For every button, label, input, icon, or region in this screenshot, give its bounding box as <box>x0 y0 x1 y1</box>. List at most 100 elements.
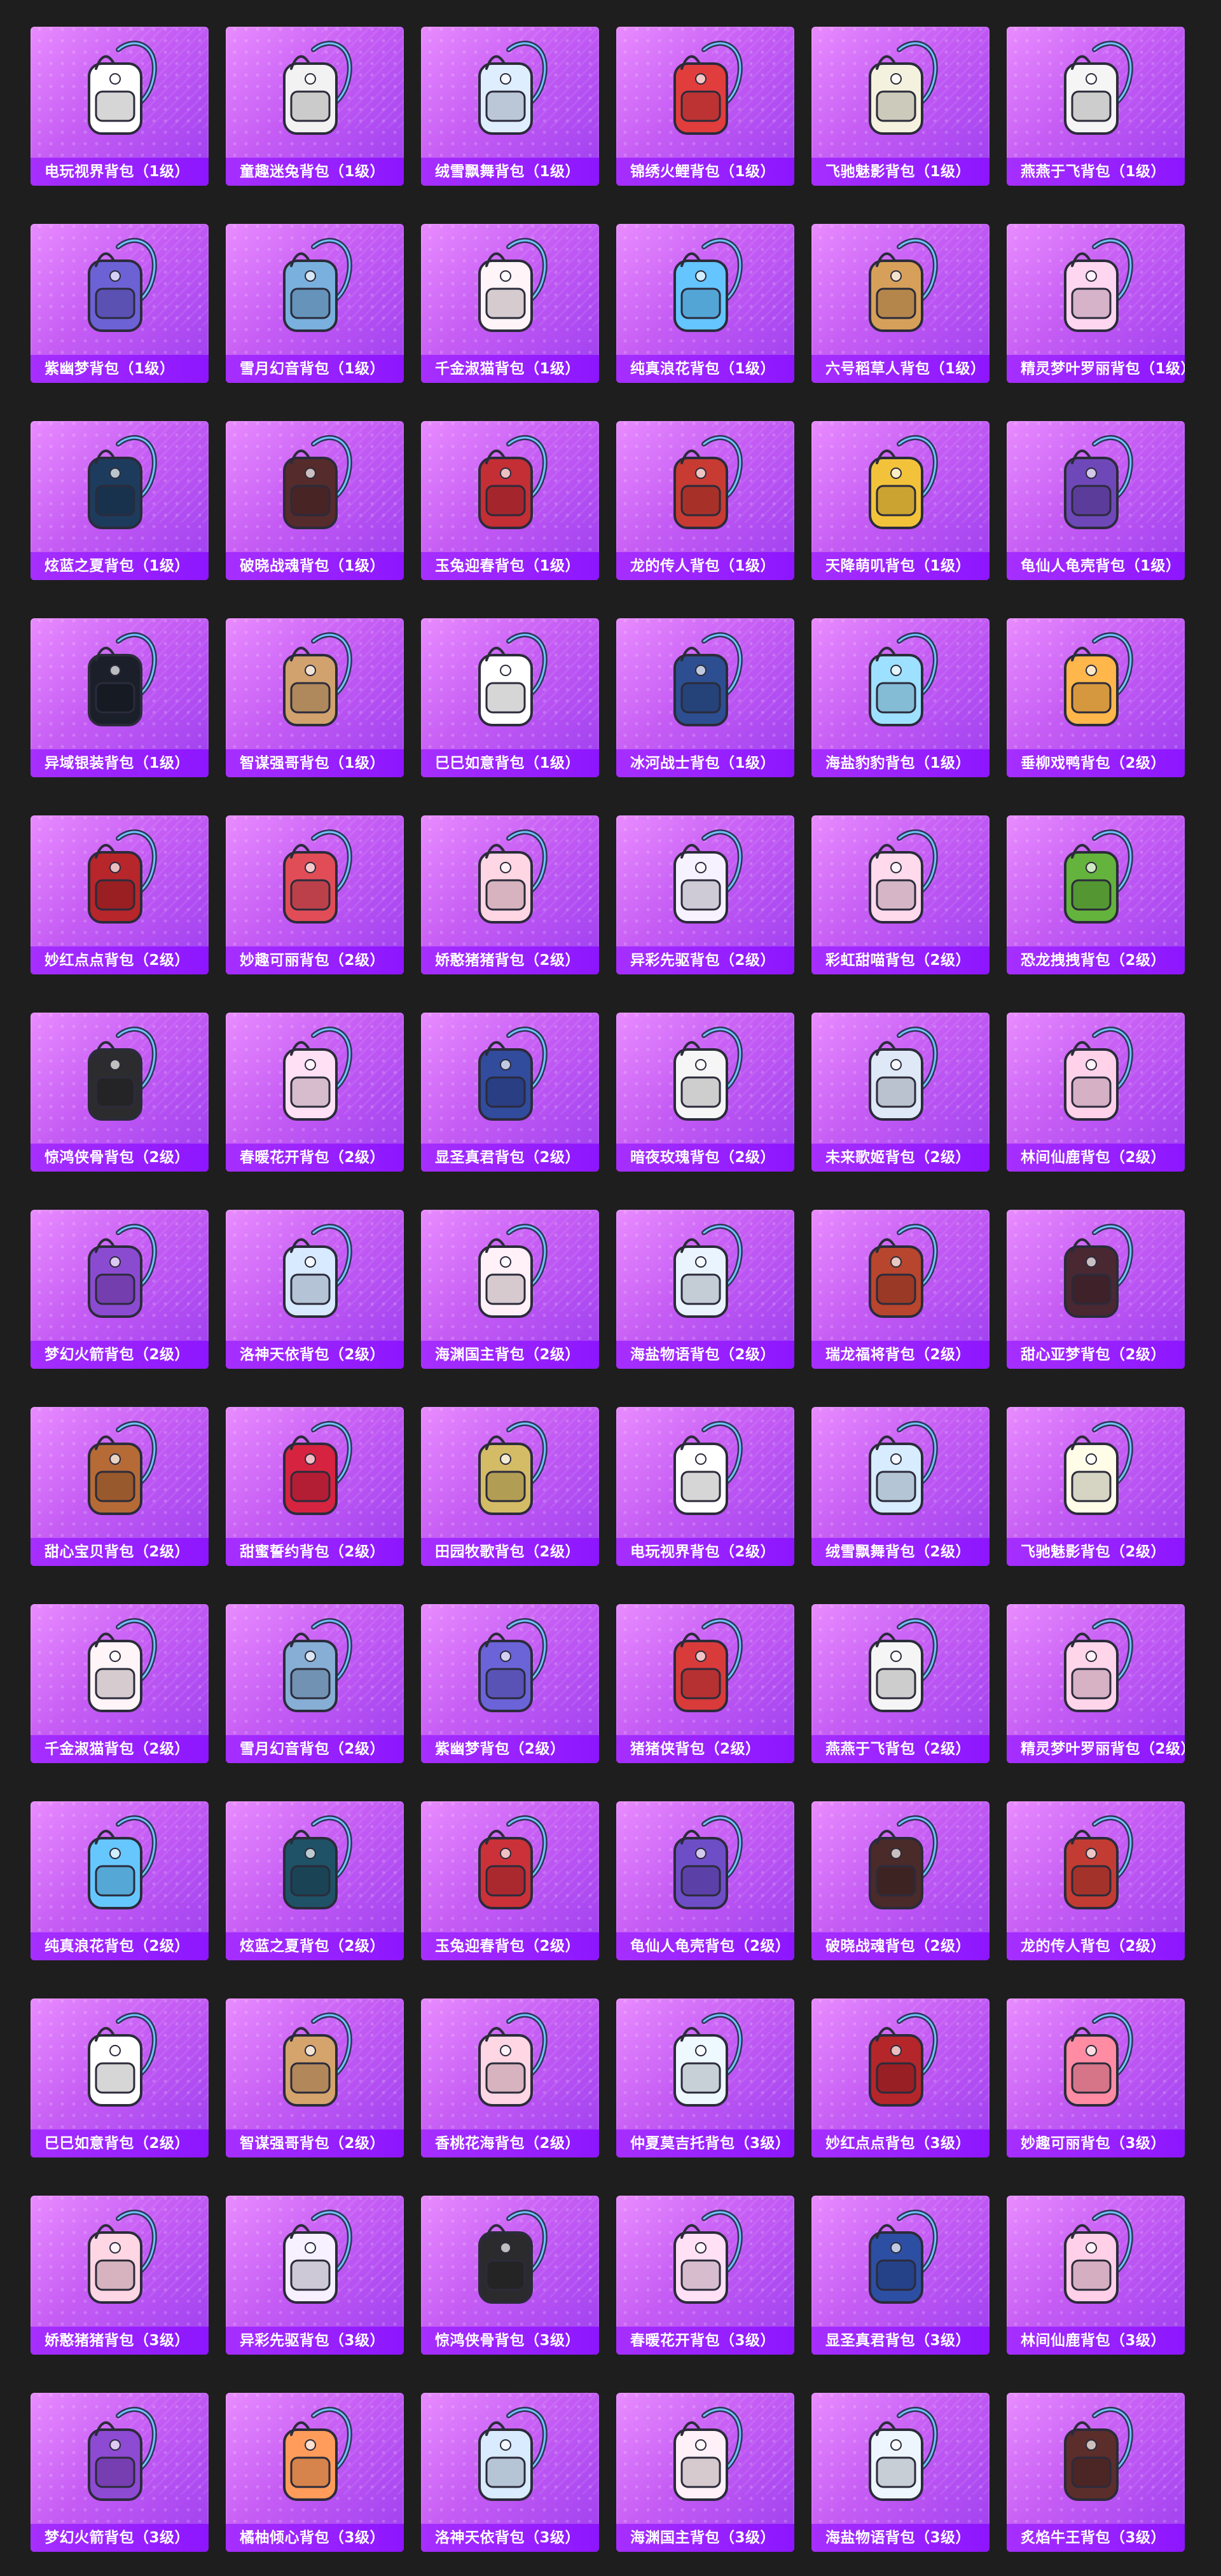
backpack-card[interactable]: 炫蓝之夏背包（2级） <box>226 1801 404 1960</box>
backpack-name: 天降萌叽背包（1级） <box>811 552 990 580</box>
backpack-card[interactable]: 梦幻火箭背包（3级） <box>31 2393 209 2552</box>
backpack-card[interactable]: 海渊国主背包（2级） <box>421 1210 599 1369</box>
backpack-card[interactable]: 锦绣火鲤背包（1级） <box>616 27 794 186</box>
backpack-card[interactable]: 龟仙人龟壳背包（1级） <box>1007 421 1185 580</box>
backpack-card[interactable]: 天降萌叽背包（1级） <box>811 421 990 580</box>
backpack-card[interactable]: 洛神天依背包（3级） <box>421 2393 599 2552</box>
backpack-card[interactable]: 巳巳如意背包（1级） <box>421 618 599 777</box>
backpack-card[interactable]: 电玩视界背包（2级） <box>616 1407 794 1566</box>
backpack-card[interactable]: 娇憨猪猪背包（3级） <box>31 2196 209 2355</box>
backpack-name: 龙的传人背包（2级） <box>1007 1932 1185 1960</box>
backpack-card[interactable]: 绒雪飘舞背包（1级） <box>421 27 599 186</box>
backpack-card[interactable]: 燕燕于飞背包（1级） <box>1007 27 1185 186</box>
backpack-card[interactable]: 燕燕于飞背包（2级） <box>811 1604 990 1763</box>
backpack-card[interactable]: 猪猪侠背包（2级） <box>616 1604 794 1763</box>
backpack-card[interactable]: 妙红点点背包（2级） <box>31 815 209 974</box>
backpack-card[interactable]: 冰河战士背包（1级） <box>616 618 794 777</box>
backpack-card[interactable]: 甜心亚梦背包（2级） <box>1007 1210 1185 1369</box>
backpack-card[interactable]: 电玩视界背包（1级） <box>31 27 209 186</box>
backpack-card[interactable]: 破晓战魂背包（2级） <box>811 1801 990 1960</box>
backpack-icon <box>869 435 938 529</box>
backpack-card[interactable]: 飞驰魅影背包（1级） <box>811 27 990 186</box>
backpack-icon <box>478 238 548 332</box>
backpack-card[interactable]: 玉兔迎春背包（2级） <box>421 1801 599 1960</box>
backpack-icon <box>869 41 938 135</box>
backpack-card[interactable]: 梦幻火箭背包（2级） <box>31 1210 209 1369</box>
backpack-icon <box>283 829 352 924</box>
backpack-card[interactable]: 雪月幻音背包（2级） <box>226 1604 404 1763</box>
backpack-card[interactable]: 春暖花开背包（2级） <box>226 1013 404 1172</box>
backpack-icon <box>673 1815 743 1909</box>
backpack-card[interactable]: 巳巳如意背包（2级） <box>31 1998 209 2157</box>
backpack-card[interactable]: 六号稻草人背包（1级） <box>811 224 990 383</box>
backpack-card[interactable]: 甜蜜誓约背包（2级） <box>226 1407 404 1566</box>
backpack-card[interactable]: 显圣真君背包（2级） <box>421 1013 599 1172</box>
backpack-icon <box>478 2407 548 2501</box>
backpack-card[interactable]: 千金淑猫背包（1级） <box>421 224 599 383</box>
backpack-name: 童趣迷兔背包（1级） <box>226 158 404 186</box>
backpack-card[interactable]: 林间仙鹿背包（2级） <box>1007 1013 1185 1172</box>
backpack-card[interactable]: 海盐物语背包（3级） <box>811 2393 990 2552</box>
backpack-card[interactable]: 彩虹甜喵背包（2级） <box>811 815 990 974</box>
backpack-card[interactable]: 香桃花海背包（2级） <box>421 1998 599 2157</box>
backpack-card[interactable]: 橘柚倾心背包（3级） <box>226 2393 404 2552</box>
backpack-card[interactable]: 千金淑猫背包（2级） <box>31 1604 209 1763</box>
backpack-card[interactable]: 妙趣可丽背包（3级） <box>1007 1998 1185 2157</box>
backpack-card[interactable]: 恐龙拽拽背包（2级） <box>1007 815 1185 974</box>
backpack-card[interactable]: 龟仙人龟壳背包（2级） <box>616 1801 794 1960</box>
backpack-card[interactable]: 玉兔迎春背包（1级） <box>421 421 599 580</box>
backpack-card[interactable]: 甜心宝贝背包（2级） <box>31 1407 209 1566</box>
backpack-card[interactable]: 惊鸿侠骨背包（3级） <box>421 2196 599 2355</box>
backpack-card[interactable]: 惊鸿侠骨背包（2级） <box>31 1013 209 1172</box>
backpack-card[interactable]: 仲夏莫吉托背包（3级） <box>616 1998 794 2157</box>
backpack-icon <box>673 238 743 332</box>
backpack-name: 林间仙鹿背包（2级） <box>1007 1144 1185 1172</box>
backpack-icon <box>673 1421 743 1515</box>
backpack-name: 惊鸿侠骨背包（2级） <box>31 1144 209 1172</box>
backpack-card[interactable]: 炫蓝之夏背包（1级） <box>31 421 209 580</box>
backpack-card[interactable]: 海盐豹豹背包（1级） <box>811 618 990 777</box>
backpack-icon <box>478 2210 548 2304</box>
backpack-card[interactable]: 异域银装背包（1级） <box>31 618 209 777</box>
backpack-card[interactable]: 洛神天依背包（2级） <box>226 1210 404 1369</box>
backpack-card[interactable]: 紫幽梦背包（2级） <box>421 1604 599 1763</box>
backpack-card[interactable]: 田园牧歌背包（2级） <box>421 1407 599 1566</box>
backpack-card[interactable]: 绒雪飘舞背包（2级） <box>811 1407 990 1566</box>
backpack-card[interactable]: 纯真浪花背包（1级） <box>616 224 794 383</box>
backpack-icon <box>1064 41 1133 135</box>
backpack-card[interactable]: 精灵梦叶罗丽背包（1级） <box>1007 224 1185 383</box>
backpack-card[interactable]: 异彩先驱背包（2级） <box>616 815 794 974</box>
backpack-card[interactable]: 妙趣可丽背包（2级） <box>226 815 404 974</box>
backpack-icon <box>1064 435 1133 529</box>
backpack-card[interactable]: 海盐物语背包（2级） <box>616 1210 794 1369</box>
backpack-card[interactable]: 炙焰牛王背包（3级） <box>1007 2393 1185 2552</box>
backpack-name: 甜心亚梦背包（2级） <box>1007 1341 1185 1369</box>
backpack-card[interactable]: 飞驰魅影背包（2级） <box>1007 1407 1185 1566</box>
backpack-card[interactable]: 雪月幻音背包（1级） <box>226 224 404 383</box>
backpack-name: 玉兔迎春背包（2级） <box>421 1932 599 1960</box>
backpack-card[interactable]: 垂柳戏鸭背包（2级） <box>1007 618 1185 777</box>
backpack-card[interactable]: 龙的传人背包（1级） <box>616 421 794 580</box>
backpack-card[interactable]: 精灵梦叶罗丽背包（2级） <box>1007 1604 1185 1763</box>
backpack-card[interactable]: 海渊国主背包（3级） <box>616 2393 794 2552</box>
backpack-card[interactable]: 龙的传人背包（2级） <box>1007 1801 1185 1960</box>
backpack-card[interactable]: 显圣真君背包（3级） <box>811 2196 990 2355</box>
backpack-card[interactable]: 紫幽梦背包（1级） <box>31 224 209 383</box>
backpack-card[interactable]: 破晓战魂背包（1级） <box>226 421 404 580</box>
backpack-card[interactable]: 妙红点点背包（3级） <box>811 1998 990 2157</box>
backpack-card[interactable]: 未来歌姬背包（2级） <box>811 1013 990 1172</box>
backpack-card[interactable]: 童趣迷兔背包（1级） <box>226 27 404 186</box>
backpack-card[interactable]: 娇憨猪猪背包（2级） <box>421 815 599 974</box>
backpack-card[interactable]: 纯真浪花背包（2级） <box>31 1801 209 1960</box>
backpack-card[interactable]: 春暖花开背包（3级） <box>616 2196 794 2355</box>
backpack-card[interactable]: 瑞龙福将背包（2级） <box>811 1210 990 1369</box>
backpack-card[interactable]: 异彩先驱背包（3级） <box>226 2196 404 2355</box>
backpack-name: 龙的传人背包（1级） <box>616 552 794 580</box>
backpack-icon <box>478 435 548 529</box>
backpack-name: 恐龙拽拽背包（2级） <box>1007 946 1185 974</box>
backpack-card[interactable]: 暗夜玫瑰背包（2级） <box>616 1013 794 1172</box>
backpack-card[interactable]: 林间仙鹿背包（3级） <box>1007 2196 1185 2355</box>
backpack-name: 春暖花开背包（2级） <box>226 1144 404 1172</box>
backpack-card[interactable]: 智谋强哥背包（2级） <box>226 1998 404 2157</box>
backpack-card[interactable]: 智谋强哥背包（1级） <box>226 618 404 777</box>
